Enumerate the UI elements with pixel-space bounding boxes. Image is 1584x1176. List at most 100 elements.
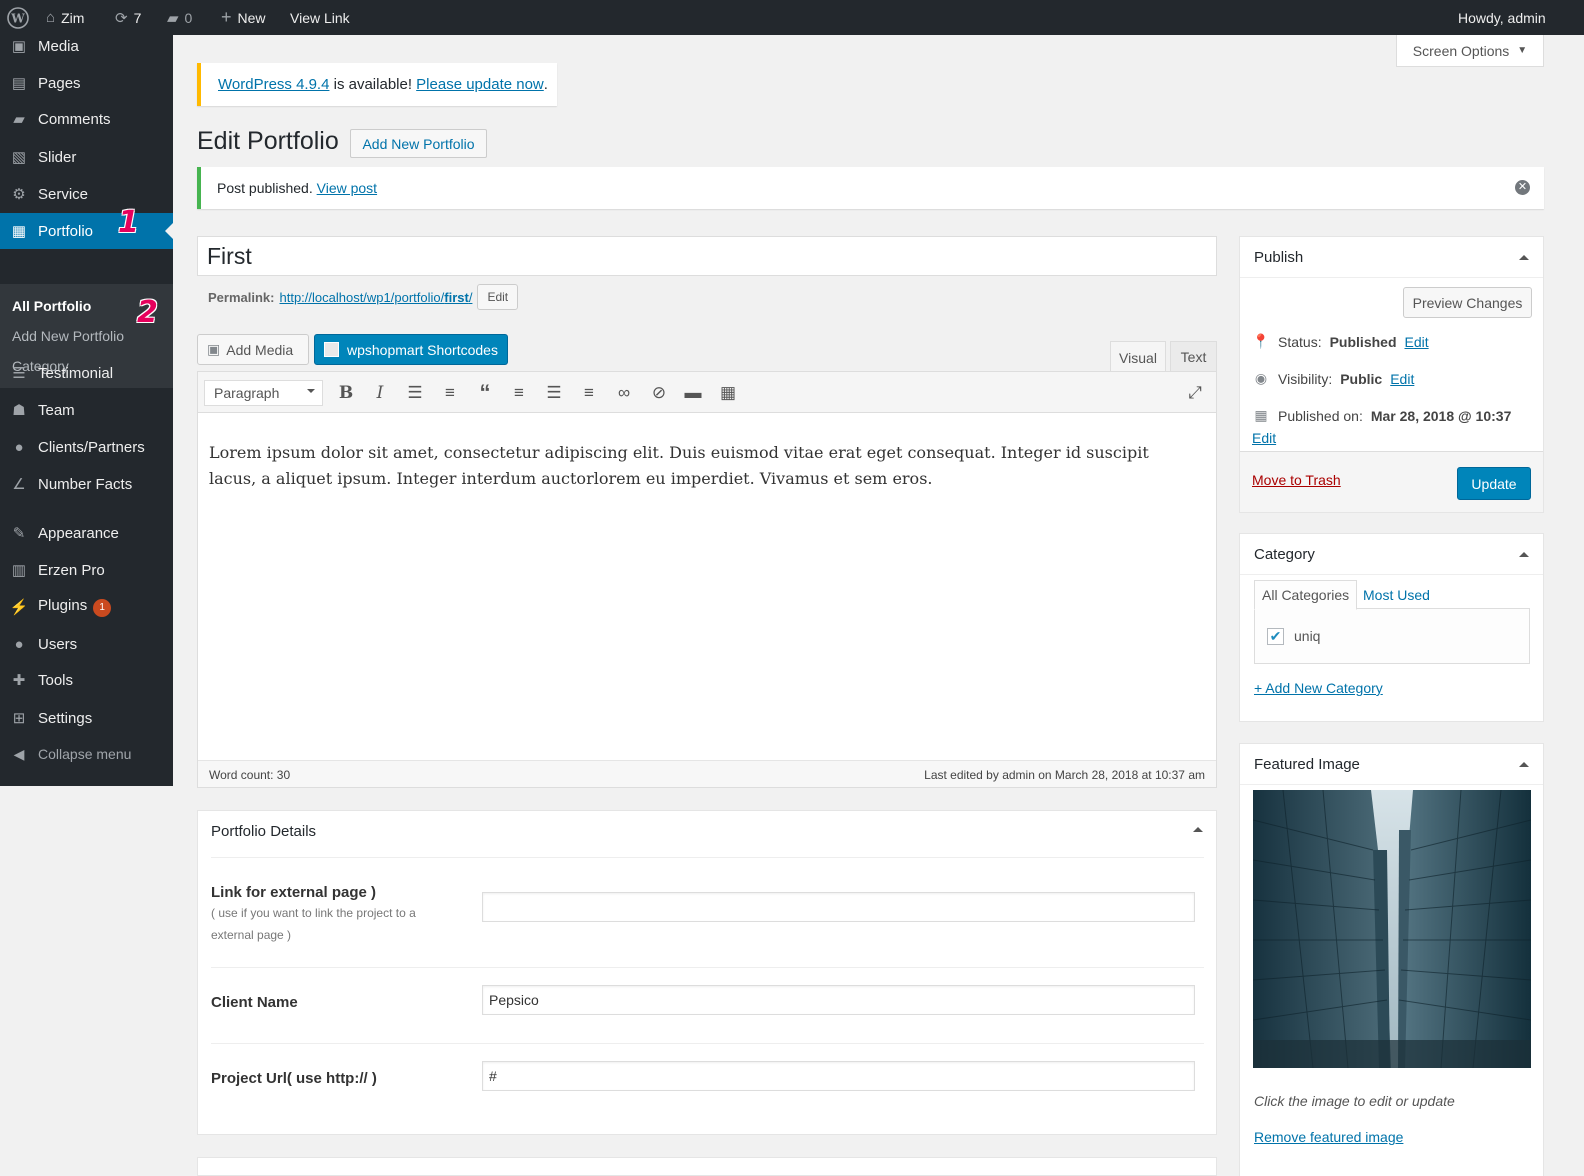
status-value: Published [1329,333,1397,350]
toolbar-toggle-icon[interactable]: ▦ [716,381,740,405]
edit-visibility-link[interactable]: Edit [1390,371,1414,387]
menu-item-media[interactable]: ▣ Media [0,28,173,64]
client-name-input[interactable]: Pepsico [482,985,1195,1015]
add-media-button[interactable]: ▣ Add Media [197,334,309,365]
my-account-link[interactable]: Howdy, admin [1458,0,1546,35]
client-name-label: Client Name [211,994,298,1011]
add-new-category-link[interactable]: + Add New Category [1254,680,1383,696]
external-link-input[interactable] [482,892,1195,922]
editor-toolbar: Paragraph B I ☰ ≡ “ ≡ ☰ ≡ ∞ ⊘ ▬ ▦ ⤢ [198,372,1216,413]
portfolio-details-box: Portfolio Details Link for external page… [197,810,1217,1135]
updates-icon: ⟳ [115,9,128,27]
toggle-panel-icon[interactable] [1519,552,1529,557]
update-button[interactable]: Update [1457,467,1531,500]
tab-all-categories[interactable]: All Categories [1254,580,1358,610]
divider [1240,574,1543,575]
user-icon: ● [14,438,24,456]
brush-icon: ✎ [12,525,26,542]
slider-icon: ▧ [11,149,27,166]
format-select[interactable]: Paragraph [204,380,323,406]
new-content-link[interactable]: + New [221,0,266,35]
remove-featured-image-link[interactable]: Remove featured image [1254,1129,1403,1145]
align-right-icon[interactable]: ≡ [577,381,601,405]
add-new-portfolio-button[interactable]: Add New Portfolio [350,129,487,158]
checkbox-checked-icon[interactable]: ✔ [1267,628,1284,645]
post-title-input[interactable]: First [197,236,1217,276]
shortcodes-button[interactable]: wpshopmart Shortcodes [314,334,508,365]
portfolio-icon: ▦ [11,223,27,240]
eye-icon: ◉ [1254,370,1268,386]
wordpress-version-link[interactable]: WordPress 4.9.4 [218,76,329,93]
category-box: Category All Categories Most Used ✔ uniq… [1239,533,1544,722]
italic-icon[interactable]: I [368,381,392,405]
editor-status-bar: Word count: 30 Last edited by admin on M… [198,760,1216,787]
menu-item-team[interactable]: ☗ Team [0,392,173,428]
unlink-icon[interactable]: ⊘ [647,381,671,405]
align-center-icon[interactable]: ☰ [542,381,566,405]
tab-text[interactable]: Text [1170,341,1217,372]
edit-date-link[interactable]: Edit [1252,430,1276,446]
numbered-list-icon[interactable]: ≡ [438,381,462,405]
bullet-list-icon[interactable]: ☰ [403,381,427,405]
menu-item-tools[interactable]: ✚ Tools [0,662,173,698]
featured-image[interactable] [1253,790,1531,1068]
publish-box: Publish Preview Changes 📍 Status: Publish… [1239,236,1544,513]
update-now-link[interactable]: Please update now [416,76,544,93]
table-icon: ▥ [11,562,27,579]
menu-item-number-facts[interactable]: ∠ Number Facts [0,466,173,502]
caret-down-icon: ▼ [1517,45,1528,56]
preview-changes-button[interactable]: Preview Changes [1403,287,1532,318]
link-icon[interactable]: ∞ [612,381,636,405]
bold-icon[interactable]: B [334,381,358,405]
published-label: Published on: [1278,407,1363,424]
status-label: Status: [1278,333,1322,350]
tab-visual[interactable]: Visual [1110,341,1166,373]
visibility-value: Public [1340,370,1383,387]
fullscreen-icon[interactable]: ⤢ [1183,381,1207,405]
menu-item-appearance[interactable]: ✎ Appearance [0,515,173,551]
view-link[interactable]: View Link [290,0,350,35]
home-icon: ⌂ [46,9,56,26]
menu-item-users[interactable]: ● Users [0,626,173,662]
menu-item-settings[interactable]: ⊞ Settings [0,700,173,736]
toggle-panel-icon[interactable] [1519,255,1529,260]
team-icon: ☗ [12,402,26,419]
menu-item-plugins[interactable]: ⚡ Plugins 1 [0,589,173,625]
visibility-row: ◉ Visibility: Public Edit [1252,370,1414,387]
align-left-icon[interactable]: ≡ [507,381,531,405]
tab-most-used[interactable]: Most Used [1356,580,1437,609]
menu-item-pages[interactable]: ▤ Pages [0,65,173,101]
menu-item-erzen-pro[interactable]: ▥ Erzen Pro [0,552,173,588]
submenu-add-new-portfolio[interactable]: Add New Portfolio [12,328,124,344]
comment-bubble-icon: ▰ [167,9,179,27]
menu-item-service[interactable]: ⚙ Service [0,176,173,212]
divider [1240,784,1543,785]
blockquote-icon[interactable]: “ [473,380,497,405]
update-nag-text: is available! [329,76,417,93]
menu-item-portfolio[interactable]: ▦ Portfolio [0,213,173,249]
permalink-link[interactable]: http://localhost/wp1/portfolio/first/ [279,290,472,305]
view-post-link[interactable]: View post [317,180,377,196]
menu-item-testimonial[interactable]: ☰ Testimonial [0,355,173,391]
menu-item-comments[interactable]: ▰ Comments [0,101,173,137]
project-url-input[interactable]: # [482,1061,1195,1091]
dismiss-notice-icon[interactable]: ✕ [1515,180,1530,195]
collapse-menu-button[interactable]: ◀ Collapse menu [0,736,173,772]
visibility-label: Visibility: [1278,370,1333,387]
edit-status-link[interactable]: Edit [1405,334,1429,350]
menu-item-slider[interactable]: ▧ Slider [0,139,173,175]
category-checklist: ✔ uniq [1254,608,1530,664]
read-more-icon[interactable]: ▬ [681,381,705,405]
menu-item-clients-partners[interactable]: ● Clients/Partners [0,429,173,465]
toggle-panel-icon[interactable] [1519,762,1529,767]
notice-text: Post published. [217,180,313,196]
toggle-panel-icon[interactable] [1193,827,1203,832]
status-row: 📍 Status: Published Edit [1252,333,1429,350]
move-to-trash-link[interactable]: Move to Trash [1252,472,1341,488]
admin-bar: W ⌂ Zim ⟳ 7 ▰ 0 + New View Link Howdy, a… [0,0,1584,35]
divider [1240,277,1543,278]
editor-content[interactable]: Lorem ipsum dolor sit amet, consectetur … [209,440,1179,492]
screen-options-button[interactable]: Screen Options ▼ [1396,35,1544,67]
edit-permalink-button[interactable]: Edit [477,284,519,310]
submenu-all-portfolio[interactable]: All Portfolio [12,298,91,314]
